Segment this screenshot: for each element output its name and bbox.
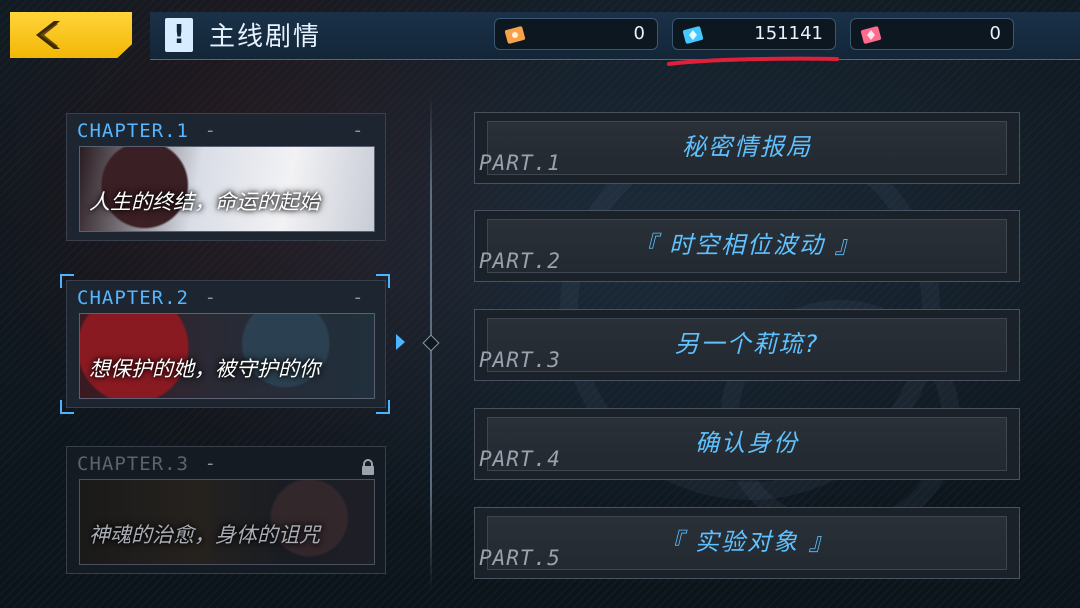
page-title: 主线剧情 [209, 22, 322, 52]
chapter-dash: - [354, 120, 362, 141]
page-header: ! 主线剧情 [165, 16, 321, 53]
chapter-dash: - [354, 287, 362, 308]
selection-bracket [376, 400, 390, 414]
chapter-subtitle: 人生的终结，命运的起始 [89, 190, 320, 214]
part-number: PART.1 [479, 151, 561, 175]
chapter-label: CHAPTER.3 [77, 453, 189, 475]
part-number: PART.3 [479, 348, 561, 372]
currency-amount: 0 [989, 23, 1001, 44]
currency-pink-gem[interactable]: 0 [850, 18, 1014, 50]
notice-icon: ! [165, 17, 193, 52]
currency-orange-ticket[interactable]: 0 [494, 18, 658, 50]
chapter-dash: - [207, 120, 214, 141]
back-button[interactable] [10, 12, 132, 58]
chapter-dash: - [207, 453, 214, 474]
chapter-card-1[interactable]: CHAPTER.1 - - 人生的终结，命运的起始 [66, 113, 386, 241]
part-button-5[interactable]: 『 实验对象 』 PART.5 [474, 507, 1020, 579]
chevron-left-icon [36, 21, 60, 49]
part-number: PART.2 [479, 249, 561, 273]
part-number: PART.5 [479, 546, 561, 570]
chapter-subtitle: 神魂的治愈，身体的诅咒 [89, 523, 320, 547]
selection-bracket [60, 274, 74, 288]
chapter-dash: - [207, 287, 214, 308]
selected-indicator-arrow [396, 334, 405, 350]
part-button-3[interactable]: 另一个莉琉? PART.3 [474, 309, 1020, 381]
annotation-underline [667, 56, 839, 66]
ticket-icon [504, 26, 526, 44]
lock-icon [362, 459, 374, 475]
chapter-card-3[interactable]: CHAPTER.3 - 神魂的治愈，身体的诅咒 [66, 446, 386, 574]
part-button-4[interactable]: 确认身份 PART.4 [474, 408, 1020, 480]
currency-blue-crystal[interactable]: 151141 [672, 18, 836, 50]
chapter-label: CHAPTER.1 [77, 120, 189, 142]
chapter-card-2[interactable]: CHAPTER.2 - - 想保护的她，被守护的你 [66, 280, 386, 408]
part-button-2[interactable]: 『 时空相位波动 』 PART.2 [474, 210, 1020, 282]
currency-amount: 151141 [754, 23, 823, 44]
chapter-label: CHAPTER.2 [77, 287, 189, 309]
selection-bracket [376, 274, 390, 288]
currency-amount: 0 [633, 23, 645, 44]
crystal-icon [682, 26, 704, 44]
part-button-1[interactable]: 秘密情报局 PART.1 [474, 112, 1020, 184]
gem-icon [860, 26, 882, 44]
selection-bracket [60, 400, 74, 414]
chapter-subtitle: 想保护的她，被守护的你 [89, 357, 320, 381]
part-number: PART.4 [479, 447, 561, 471]
